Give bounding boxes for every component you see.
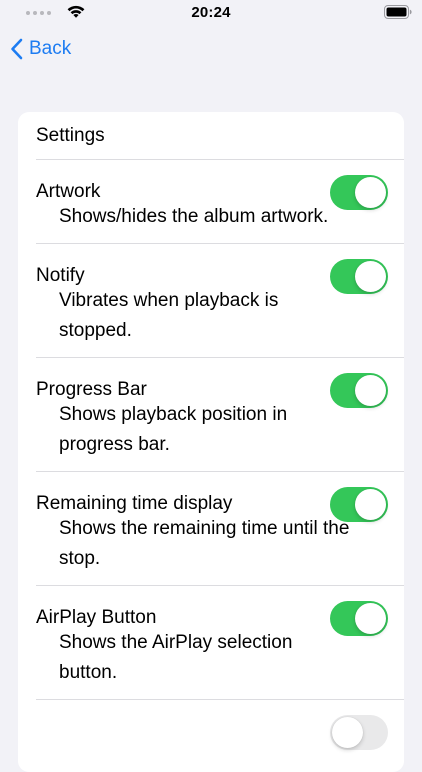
setting-description: Shows the AirPlay selection button. <box>59 632 293 683</box>
notify-toggle[interactable] <box>330 258 388 294</box>
back-button[interactable]: Back <box>10 36 71 62</box>
setting-title: Notify <box>36 265 85 286</box>
setting-description: Shows playback position in progress bar. <box>59 404 288 455</box>
setting-row-progress-bar: Progress Bar Shows playback position in … <box>18 358 404 472</box>
progress-bar-toggle[interactable] <box>330 372 388 408</box>
setting-row-partial <box>18 700 404 764</box>
settings-header: Settings <box>36 125 105 146</box>
airplay-toggle[interactable] <box>330 600 388 636</box>
settings-card: Settings Artwork Shows/hides the album a… <box>18 112 404 772</box>
setting-title: AirPlay Button <box>36 607 157 628</box>
status-bar: 20:24 <box>0 0 422 26</box>
setting-toggle[interactable] <box>330 714 388 750</box>
status-time: 20:24 <box>191 4 231 21</box>
setting-title: Remaining time display <box>36 493 233 514</box>
setting-row-artwork: Artwork Shows/hides the album artwork. <box>18 160 404 244</box>
chevron-left-icon <box>11 38 23 60</box>
setting-title: Progress Bar <box>36 379 147 400</box>
setting-description: Shows the remaining time until the stop. <box>59 518 350 569</box>
artwork-toggle[interactable] <box>330 174 388 210</box>
navigation-bar: Back <box>0 32 422 66</box>
setting-row-remaining-time: Remaining time display Shows the remaini… <box>18 472 404 586</box>
battery-icon <box>384 5 412 19</box>
back-label: Back <box>29 38 72 59</box>
remaining-time-toggle[interactable] <box>330 486 388 522</box>
setting-row-notify: Notify Vibrates when playback is stopped… <box>18 244 404 358</box>
setting-description: Vibrates when playback is stopped. <box>59 290 279 341</box>
setting-row-airplay: AirPlay Button Shows the AirPlay selecti… <box>18 586 404 700</box>
setting-title: Artwork <box>36 181 101 202</box>
